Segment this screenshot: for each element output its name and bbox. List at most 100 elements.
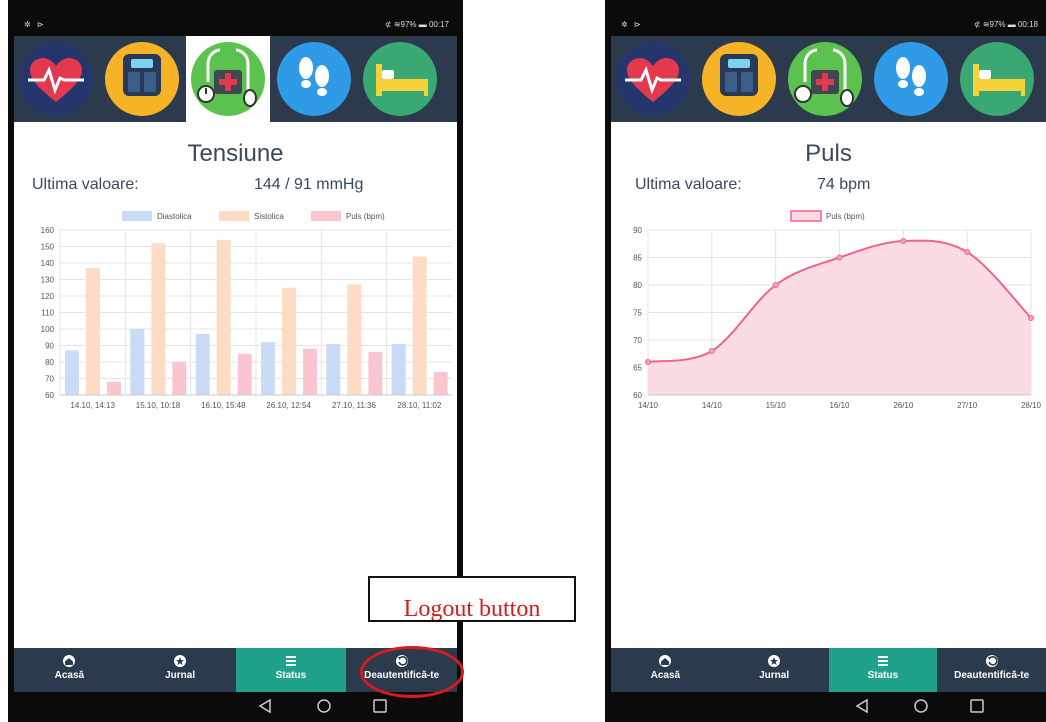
y-tick-label: 70 [45, 375, 54, 384]
data-point [900, 238, 907, 244]
nav-status-label: Status [867, 670, 899, 681]
y-tick-label: 80 [633, 281, 642, 290]
recents-icon[interactable] [969, 698, 985, 714]
nav-home-label: Acasă [650, 670, 681, 681]
data-point [772, 282, 779, 288]
bar [86, 267, 100, 395]
star-icon [174, 655, 187, 667]
nav-home[interactable]: Acasă [611, 648, 720, 692]
x-tick-label: 16/10 [829, 401, 850, 410]
y-tick-label: 110 [41, 309, 54, 318]
legend-swatch [311, 211, 341, 221]
legend-swatch [790, 210, 822, 222]
data-point [964, 249, 971, 255]
nav-home-label: Acasă [54, 670, 85, 681]
system-keys [611, 692, 1046, 720]
x-tick-label: 26.10, 12:54 [266, 401, 311, 410]
x-tick-label: 14.10, 14:13 [70, 401, 115, 410]
home-key-icon[interactable] [913, 698, 929, 714]
x-tick-label: 14/10 [702, 401, 723, 410]
home-icon [63, 655, 76, 667]
pulse-area-chart: 60 65 70 75 80 85 90 14/10 14/10 15/10 16/10 26/10 2… [633, 210, 1042, 410]
blood-pressure-bar-chart: 60 70 80 90 100 110 120 130 140 150 160 14.10, 14:1… [41, 211, 452, 410]
phone-right: ✲ ⊳ ⊄ ≋97% ▬ 00:18 Puls Ultima valoare: … [605, 0, 1046, 722]
legend-label: Diastolica [157, 212, 192, 221]
y-tick-label: 70 [633, 336, 642, 345]
x-tick-label: 14/10 [638, 401, 659, 410]
x-tick-label: 15.10, 10:18 [136, 401, 181, 410]
nav-journal-label: Jurnal [759, 670, 790, 681]
legend-swatch [219, 211, 249, 221]
home-key-icon[interactable] [316, 698, 332, 714]
y-tick-label: 120 [41, 292, 55, 301]
home-icon [659, 655, 672, 667]
nav-journal[interactable]: Jurnal [720, 648, 829, 692]
bar [172, 362, 187, 395]
bar [326, 343, 341, 395]
bar [65, 350, 79, 395]
y-tick-label: 100 [41, 325, 55, 334]
y-tick-label: 85 [633, 254, 642, 263]
nav-home[interactable]: Acasă [14, 648, 125, 692]
star-icon [768, 655, 781, 667]
y-tick-label: 65 [633, 364, 642, 373]
bar [303, 348, 317, 395]
x-tick-label: 27/10 [957, 401, 978, 410]
y-tick-label: 60 [633, 391, 642, 400]
y-tick-label: 60 [45, 391, 54, 400]
bar [261, 342, 275, 395]
recents-icon[interactable] [372, 698, 388, 714]
x-tick-label: 16.10, 15:48 [201, 401, 246, 410]
bar [237, 353, 252, 395]
legend-swatch [122, 211, 152, 221]
y-tick-label: 90 [45, 342, 54, 351]
logout-annotation-ring [360, 646, 464, 698]
bar [433, 371, 448, 395]
back-icon[interactable] [855, 698, 869, 714]
back-icon[interactable] [258, 698, 272, 714]
y-tick-label: 140 [41, 259, 55, 268]
logout-button[interactable]: Deautentifică-te [937, 648, 1046, 692]
menu-icon [285, 656, 296, 666]
bar [391, 343, 406, 395]
x-tick-label: 15/10 [766, 401, 787, 410]
menu-icon [877, 656, 888, 666]
data-point [708, 348, 715, 354]
legend-label: Sistolica [254, 212, 284, 221]
bar [151, 243, 166, 395]
y-tick-label: 80 [45, 358, 54, 367]
data-point [836, 254, 843, 261]
screen-right: ✲ ⊳ ⊄ ≋97% ▬ 00:18 Puls Ultima valoare: … [611, 12, 1046, 720]
bar [216, 239, 231, 395]
data-point [645, 359, 651, 365]
system-keys [14, 692, 457, 720]
area-fill [648, 240, 1031, 395]
nav-status[interactable]: Status [235, 648, 347, 692]
nav-status-label: Status [275, 670, 307, 681]
legend-label: Puls (bpm) [346, 212, 385, 221]
x-tick-label: 28.10, 11:02 [397, 401, 441, 410]
legend-label: Puls (bpm) [826, 212, 865, 221]
y-tick-label: 75 [633, 309, 642, 318]
logout-annotation-label: Logout button [368, 576, 576, 622]
nav-status[interactable]: Status [828, 648, 938, 692]
nav-journal-label: Jurnal [165, 670, 196, 681]
bar [347, 284, 362, 395]
bar [282, 287, 296, 395]
x-tick-label: 26/10 [893, 401, 914, 410]
bar [130, 329, 145, 395]
nav-journal[interactable]: Jurnal [125, 648, 236, 692]
y-tick-label: 160 [41, 226, 55, 235]
y-tick-label: 130 [41, 276, 55, 285]
logout-icon [985, 655, 998, 667]
y-tick-label: 150 [41, 243, 55, 252]
x-tick-label: 28/10 [1021, 401, 1042, 410]
logout-button-label: Deautentifică-te [954, 670, 1030, 681]
bar [195, 333, 210, 395]
bar [368, 352, 383, 395]
bar [107, 381, 121, 395]
data-point [1028, 315, 1034, 321]
bar [412, 256, 427, 395]
bottom-nav: Acasă Jurnal Status Deautentifică-te [611, 648, 1046, 692]
y-tick-label: 90 [633, 226, 642, 235]
